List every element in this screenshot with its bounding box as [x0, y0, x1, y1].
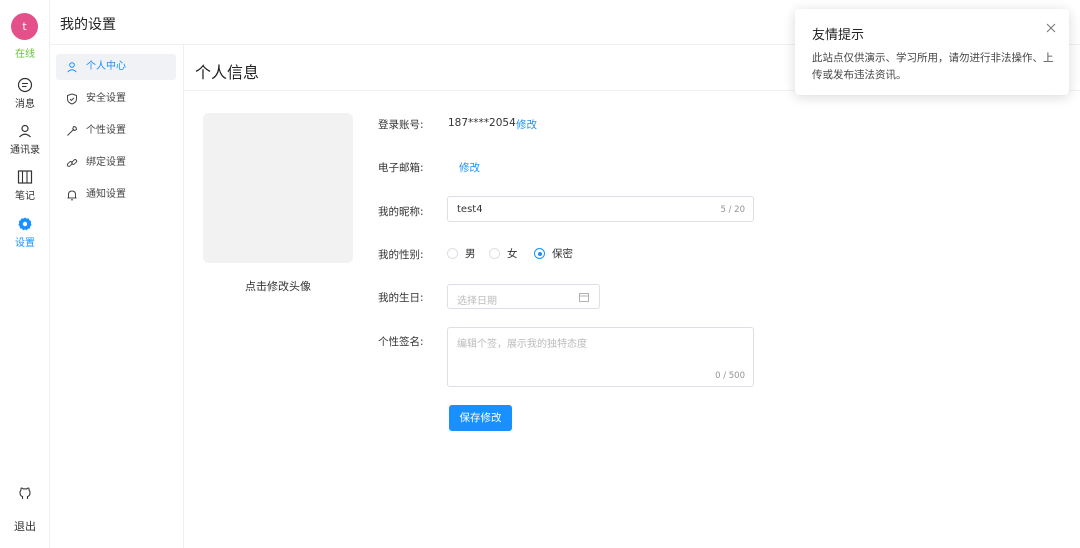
user-icon — [67, 62, 77, 73]
nickname-input[interactable]: test4 5 / 20 — [447, 196, 754, 222]
menu-label-security: 安全设置 — [86, 93, 126, 104]
menu-item-notifications[interactable]: 通知设置 — [56, 182, 176, 208]
page-title: 我的设置 — [60, 17, 116, 33]
gender-option-label: 女 — [507, 248, 518, 260]
toast-message: 此站点仅供演示、学习所用，请勿进行非法操作、上传或发布违法资讯。 — [812, 52, 1054, 81]
menu-item-personalize[interactable]: 个性设置 — [56, 118, 176, 144]
menu-item-binding[interactable]: 绑定设置 — [56, 150, 176, 176]
link-icon — [66, 159, 78, 167]
gender-label: 我的性别: — [378, 249, 424, 261]
settings-menu: 个人中心 安全设置 个性设置 绑定设置 通知设置 — [50, 45, 184, 548]
menu-label-personalize: 个性设置 — [86, 125, 126, 136]
birthday-label: 我的生日: — [378, 292, 424, 304]
close-icon[interactable] — [1046, 23, 1056, 33]
save-button[interactable]: 保存修改 — [449, 405, 512, 431]
rail-item-settings[interactable]: 设置 — [0, 216, 50, 249]
menu-item-security[interactable]: 安全设置 — [56, 86, 176, 112]
gender-option-label: 男 — [465, 248, 476, 260]
github-icon — [19, 487, 31, 499]
rail-item-notes[interactable]: 笔记 — [0, 169, 50, 202]
nickname-value: test4 — [457, 204, 483, 215]
signature-label: 个性签名: — [378, 336, 424, 348]
radio-circle — [534, 248, 545, 259]
account-value: 187****2054 — [448, 117, 516, 129]
avatar-upload[interactable] — [203, 113, 353, 263]
rail-item-contacts[interactable]: 通讯录 — [0, 123, 50, 156]
rail-label-contacts: 通讯录 — [10, 145, 40, 156]
notice-toast: 友情提示 此站点仅供演示、学习所用，请勿进行非法操作、上传或发布违法资讯。 — [795, 9, 1069, 95]
profile-panel: 个人信息 点击修改头像 登录账号: 187****2054 修改 电子邮箱: 修… — [184, 45, 1080, 548]
app-root: t 在线 消息 通讯录 笔记 设置 退出 我的设置 个人中心 安全设置 个性设置… — [0, 0, 1080, 548]
gear-icon — [18, 217, 32, 231]
online-status: 在线 — [15, 49, 35, 60]
rail-label-messages: 消息 — [15, 99, 35, 110]
signature-placeholder: 编辑个签，展示我的独特态度 — [457, 339, 587, 350]
birthday-date-picker[interactable]: 选择日期 — [447, 284, 600, 309]
avatar[interactable]: t — [11, 13, 38, 40]
bell-icon — [67, 190, 77, 201]
menu-label-notifications: 通知设置 — [86, 189, 126, 200]
signature-counter: 0 / 500 — [715, 371, 745, 381]
message-icon — [17, 77, 33, 93]
rail-item-messages[interactable]: 消息 — [0, 77, 50, 110]
notes-icon — [17, 170, 33, 184]
wrench-icon — [67, 126, 78, 136]
radio-circle — [447, 248, 458, 259]
account-label: 登录账号: — [378, 119, 424, 131]
rail-label-notes: 笔记 — [15, 191, 35, 202]
account-edit-link[interactable]: 修改 — [516, 117, 537, 132]
gender-radio-group: 男 女 保密 — [447, 246, 647, 262]
contacts-icon — [19, 124, 31, 138]
calendar-icon — [579, 293, 589, 302]
icon-rail: t 在线 消息 通讯录 笔记 设置 退出 — [0, 0, 50, 548]
birthday-placeholder: 选择日期 — [457, 296, 497, 307]
avatar-caption[interactable]: 点击修改头像 — [203, 278, 353, 294]
signature-textarea[interactable]: 编辑个签，展示我的独特态度 0 / 500 — [447, 327, 754, 387]
gender-option-label: 保密 — [552, 248, 573, 260]
section-title: 个人信息 — [195, 63, 260, 82]
toast-title: 友情提示 — [812, 28, 865, 43]
menu-item-profile[interactable]: 个人中心 — [56, 54, 176, 80]
menu-label-profile: 个人中心 — [86, 61, 126, 72]
email-edit-link[interactable]: 修改 — [459, 160, 480, 175]
nickname-label: 我的昵称: — [378, 206, 424, 218]
radio-circle — [489, 248, 500, 259]
menu-label-binding: 绑定设置 — [86, 157, 126, 168]
nickname-counter: 5 / 20 — [720, 205, 746, 215]
github-link[interactable] — [0, 485, 50, 503]
rail-label-settings: 设置 — [15, 238, 35, 249]
logout-button[interactable]: 退出 — [0, 518, 50, 534]
shield-icon — [67, 93, 77, 105]
email-label: 电子邮箱: — [378, 162, 424, 174]
